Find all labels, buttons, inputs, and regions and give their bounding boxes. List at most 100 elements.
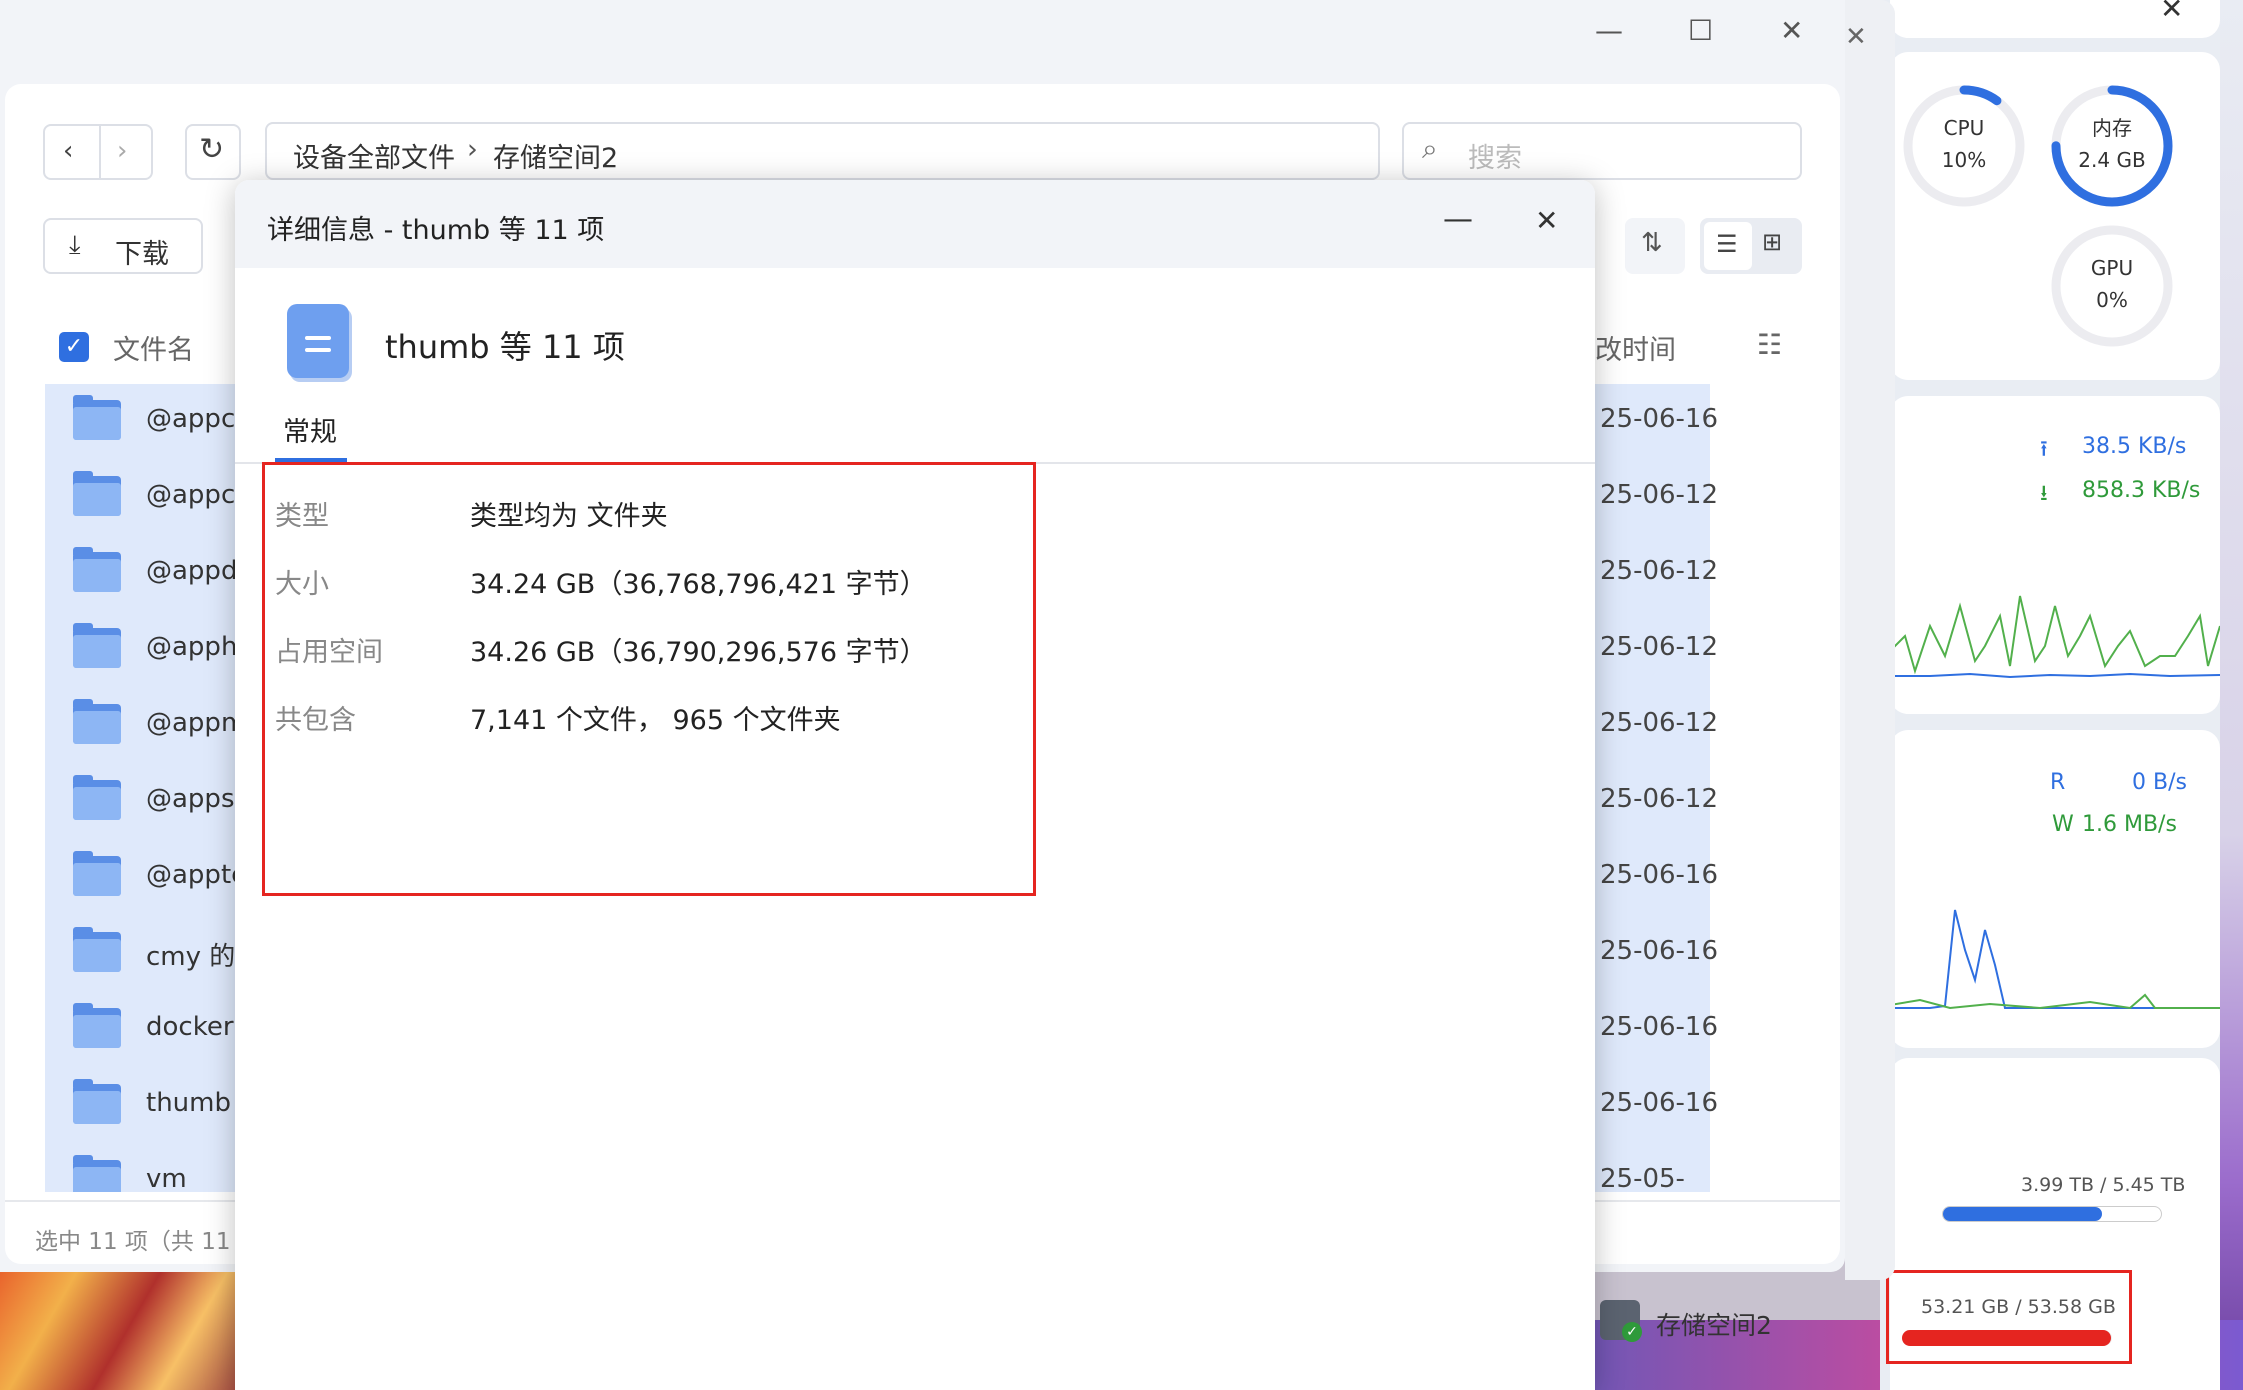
minimize-icon[interactable]: —	[1443, 202, 1473, 237]
table-row[interactable]: @appce	[49, 382, 251, 458]
close-icon[interactable]: ✕	[1845, 22, 1867, 52]
table-row[interactable]: vm	[49, 1142, 239, 1192]
nav-buttons: ‹ ›	[43, 124, 153, 180]
tab-general[interactable]: 常规	[283, 410, 337, 449]
back-icon[interactable]: ‹	[63, 136, 73, 166]
prop-value-disk-usage: 34.26 GB（36,790,296,576 字节）	[470, 637, 927, 668]
address-bar[interactable]: 设备全部文件 › 存储空间2	[265, 122, 1380, 180]
storage2-bar-fill	[1902, 1330, 2111, 1346]
dialog-title: 详细信息 - thumb 等 11 项	[267, 215, 605, 246]
download-icon: ⭳	[2040, 481, 2048, 506]
view-toggle: ☰ ⊞	[1700, 218, 1802, 274]
net-up-value: 38.5 KB/s	[2082, 434, 2187, 459]
table-row[interactable]: thumb	[49, 1066, 239, 1142]
table-row[interactable]: cmy 的	[49, 914, 239, 990]
minimize-icon[interactable]: —	[1595, 14, 1623, 47]
table-row[interactable]: @appd	[49, 534, 239, 610]
storage1-usage: 3.99 TB / 5.45 TB	[2021, 1174, 2186, 1196]
storage2-bar-track	[1902, 1330, 2112, 1346]
modified-date: 25-06-12	[1600, 708, 1719, 738]
multi-file-icon	[287, 304, 349, 378]
file-name: @appd	[146, 556, 238, 586]
gpu-label: GPU	[2090, 256, 2134, 280]
storage-card: 3.99 TB / 5.45 TB	[1890, 1058, 2220, 1256]
prop-value-type: 类型均为 文件夹	[470, 501, 668, 532]
folder-icon	[73, 1079, 121, 1124]
widget-panel: ✕ CPU 10% 内存 2.4 GB GPU 0% ⭱ 38.5 KB/s ⭳…	[1880, 0, 2220, 1390]
storage-name[interactable]: 存储空间2	[1656, 1306, 1772, 1342]
table-row[interactable]: @appm	[49, 686, 246, 762]
table-row[interactable]: @appco	[49, 458, 251, 534]
list-view-icon: ☰	[1716, 230, 1738, 258]
folder-icon	[73, 547, 121, 592]
close-icon[interactable]: ✕	[1780, 14, 1803, 47]
table-row[interactable]: docker	[49, 990, 239, 1066]
file-name: @appte	[146, 860, 248, 890]
cpu-value: 10%	[1941, 148, 1987, 172]
list-view-button[interactable]: ☰	[1704, 222, 1752, 270]
close-icon[interactable]: ✕	[1535, 204, 1558, 237]
table-row[interactable]: @appte	[49, 838, 247, 914]
dialog-titlebar: 详细信息 - thumb 等 11 项 — ✕	[235, 180, 1595, 268]
system-monitor-card: CPU 10% 内存 2.4 GB GPU 0%	[1890, 52, 2220, 380]
file-name: @apph	[146, 632, 238, 662]
modified-date: 25-06-12	[1600, 480, 1719, 510]
upload-icon: ⭱	[2040, 437, 2048, 462]
background-window-edge: ✕	[1845, 0, 1895, 1280]
prop-label-disk-usage: 占用空间	[275, 637, 383, 668]
table-row[interactable]: @apph	[49, 610, 239, 686]
table-row[interactable]: @appsl	[49, 762, 242, 838]
breadcrumb-root[interactable]: 设备全部文件	[293, 136, 455, 175]
file-name: @appsl	[146, 784, 242, 814]
refresh-button[interactable]: ↻	[185, 124, 241, 180]
widget-card-top: ✕	[1890, 0, 2220, 38]
network-graph	[1890, 595, 2220, 679]
folder-icon	[73, 471, 121, 516]
breadcrumb-current[interactable]: 存储空间2	[493, 136, 618, 175]
maximize-icon[interactable]: ☐	[1688, 14, 1713, 47]
disk-io-graph	[1890, 909, 2220, 1010]
memory-value: 2.4 GB	[2078, 148, 2146, 172]
folder-icon	[73, 623, 121, 668]
status-text: 选中 11 项（共 11	[35, 1229, 231, 1255]
disk-read-value: 0 B/s	[2132, 770, 2187, 795]
cpu-label: CPU	[1943, 116, 1985, 140]
column-header-modified[interactable]: 改时间	[1595, 328, 1676, 367]
disk-write-value: 1.6 MB/s	[2082, 812, 2177, 837]
modified-date: 25-06-16	[1600, 936, 1719, 966]
refresh-icon: ↻	[199, 132, 225, 167]
prop-value-size: 34.24 GB（36,768,796,421 字节）	[470, 569, 927, 600]
file-name: vm	[146, 1164, 187, 1192]
file-name: @appm	[146, 708, 247, 738]
storage2-card: 53.21 GB / 53.58 GB	[1886, 1256, 2220, 1390]
close-icon[interactable]: ✕	[2160, 0, 2183, 25]
folder-icon	[73, 1003, 121, 1048]
grid-view-icon[interactable]: ⊞	[1762, 228, 1782, 256]
storage2-usage: 53.21 GB / 53.58 GB	[1921, 1296, 2116, 1318]
download-label: 下载	[115, 239, 169, 270]
search-placeholder: 搜索	[1468, 143, 1522, 174]
column-settings-icon[interactable]: ☷	[1757, 328, 1782, 361]
download-button[interactable]: ⤓ 下载	[43, 218, 203, 274]
gpu-gauge: GPU 0%	[2050, 224, 2174, 348]
network-card: ⭱ 38.5 KB/s ⭳ 858.3 KB/s	[1890, 396, 2220, 714]
forward-icon[interactable]: ›	[117, 136, 127, 166]
select-all-checkbox[interactable]: ✓	[59, 332, 89, 362]
net-down-value: 858.3 KB/s	[2082, 478, 2201, 503]
folder-icon	[73, 699, 121, 744]
folder-icon	[73, 395, 121, 440]
nav-divider	[99, 126, 101, 178]
column-header-name[interactable]: 文件名	[113, 328, 194, 367]
modified-date: 25-06-16	[1600, 860, 1719, 890]
search-input[interactable]: ⌕ 搜索	[1402, 122, 1802, 180]
sort-icon: ⇅	[1641, 228, 1663, 258]
dialog-heading: thumb 等 11 项	[385, 328, 625, 366]
sort-button[interactable]: ⇅	[1625, 218, 1685, 274]
modified-date: 25-06-16	[1600, 404, 1719, 434]
memory-label: 内存	[2092, 116, 2132, 140]
prop-label-type: 类型	[275, 501, 329, 532]
folder-icon	[73, 851, 121, 896]
memory-gauge: 内存 2.4 GB	[2050, 84, 2174, 208]
storage1-bar-track	[1942, 1206, 2162, 1222]
modified-date-clip: 25-05-22	[1595, 1164, 1715, 1192]
